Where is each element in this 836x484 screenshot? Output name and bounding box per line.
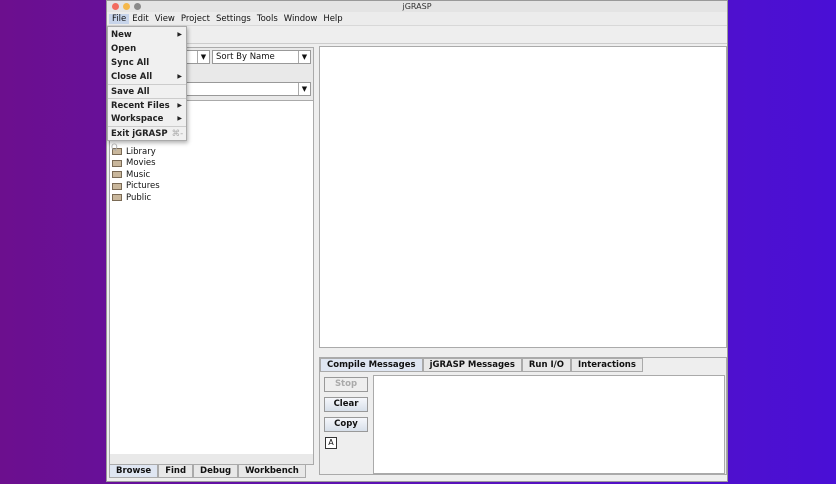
clear-button[interactable]: Clear [324, 397, 368, 412]
menu-project[interactable]: Project [178, 14, 213, 24]
chevron-down-icon: ▼ [298, 51, 310, 63]
chevron-right-icon: ▶ [177, 73, 182, 80]
tab-jgrasp-messages[interactable]: jGRASP Messages [422, 358, 522, 372]
folder-item[interactable]: Pictures [110, 181, 313, 193]
folder-label: Movies [126, 158, 156, 169]
menu-item-sync-all[interactable]: Sync All [108, 56, 186, 70]
folder-item[interactable]: Library [110, 146, 313, 158]
label: Workspace [111, 114, 164, 124]
chevron-down-icon: ▼ [197, 51, 209, 63]
label: Open [111, 44, 137, 54]
stop-button[interactable]: Stop [324, 377, 368, 392]
folder-icon [112, 171, 122, 179]
chevron-right-icon: ▶ [177, 102, 182, 109]
menu-settings[interactable]: Settings [213, 14, 254, 24]
minimize-window-button[interactable] [123, 3, 130, 10]
tab-browse[interactable]: Browse [109, 464, 159, 478]
sort-value: Sort By Name [216, 52, 275, 62]
window-title: jGRASP [402, 2, 432, 11]
file-tree: Library Movies Music Pictures Public [110, 100, 313, 454]
folder-label: Music [126, 169, 151, 180]
menu-item-recent-files[interactable]: Recent Files ▶ [108, 98, 186, 112]
chevron-down-icon: ▼ [298, 83, 310, 95]
menu-window[interactable]: Window [281, 14, 321, 24]
label: Exit jGRASP [111, 129, 168, 139]
menu-item-close-all[interactable]: Close All ▶ [108, 70, 186, 84]
menu-file[interactable]: File [109, 13, 130, 24]
copy-button[interactable]: Copy [324, 417, 368, 432]
folder-item[interactable]: Public [110, 192, 313, 204]
tab-workbench[interactable]: Workbench [238, 464, 306, 478]
tab-run-io[interactable]: Run I/O [521, 358, 571, 372]
left-tabs: Browse Find Debug Workbench [109, 464, 306, 478]
title-bar: jGRASP [107, 1, 727, 12]
tab-interactions[interactable]: Interactions [570, 358, 643, 372]
toolbar [107, 26, 727, 44]
file-menu: New ▶ Open Sync All Close All ▶ Save All R… [107, 26, 187, 153]
folder-item[interactable]: Music [110, 169, 313, 181]
font-icon[interactable]: A [325, 437, 337, 449]
menu-item-save-all[interactable]: Save All [108, 84, 186, 98]
folder-item[interactable]: Movies [110, 158, 313, 170]
menu-edit[interactable]: Edit [129, 14, 151, 24]
menu-item-exit[interactable]: Exit jGRASP ⌘-Q [108, 126, 186, 153]
menu-tools[interactable]: Tools [254, 14, 281, 24]
tab-debug[interactable]: Debug [193, 464, 239, 478]
chevron-right-icon: ▶ [177, 115, 182, 122]
folder-label: Library [126, 146, 156, 157]
menu-item-open[interactable]: Open [108, 42, 186, 56]
label: Close All [111, 72, 153, 82]
editor-area[interactable] [319, 46, 727, 348]
folder-icon [112, 159, 122, 167]
chevron-right-icon: ▶ [177, 31, 182, 38]
message-output[interactable] [373, 375, 725, 474]
tab-compile-messages[interactable]: Compile Messages [320, 358, 423, 372]
label: Recent Files [111, 101, 170, 111]
tab-find[interactable]: Find [158, 464, 194, 478]
label: New [111, 30, 132, 40]
menu-item-workspace[interactable]: Workspace ▶ [108, 112, 186, 126]
menu-bar: File Edit View Project Settings Tools Wi… [107, 12, 727, 26]
messages-panel: Compile Messages jGRASP Messages Run I/O… [319, 357, 727, 475]
sort-combo[interactable]: Sort By Name ▼ [212, 50, 311, 64]
label: Sync All [111, 58, 150, 68]
folder-label: Pictures [126, 181, 160, 192]
jgrasp-window: jGRASP File Edit View Project Settings T… [106, 0, 728, 482]
menu-item-new[interactable]: New ▶ [108, 28, 186, 42]
zoom-window-button[interactable] [134, 3, 141, 10]
menu-view[interactable]: View [152, 14, 178, 24]
label: Save All [111, 87, 150, 97]
folder-label: Public [126, 192, 152, 203]
folder-icon [112, 194, 122, 202]
close-window-button[interactable] [112, 3, 119, 10]
folder-icon [112, 182, 122, 190]
menu-help[interactable]: Help [320, 14, 345, 24]
